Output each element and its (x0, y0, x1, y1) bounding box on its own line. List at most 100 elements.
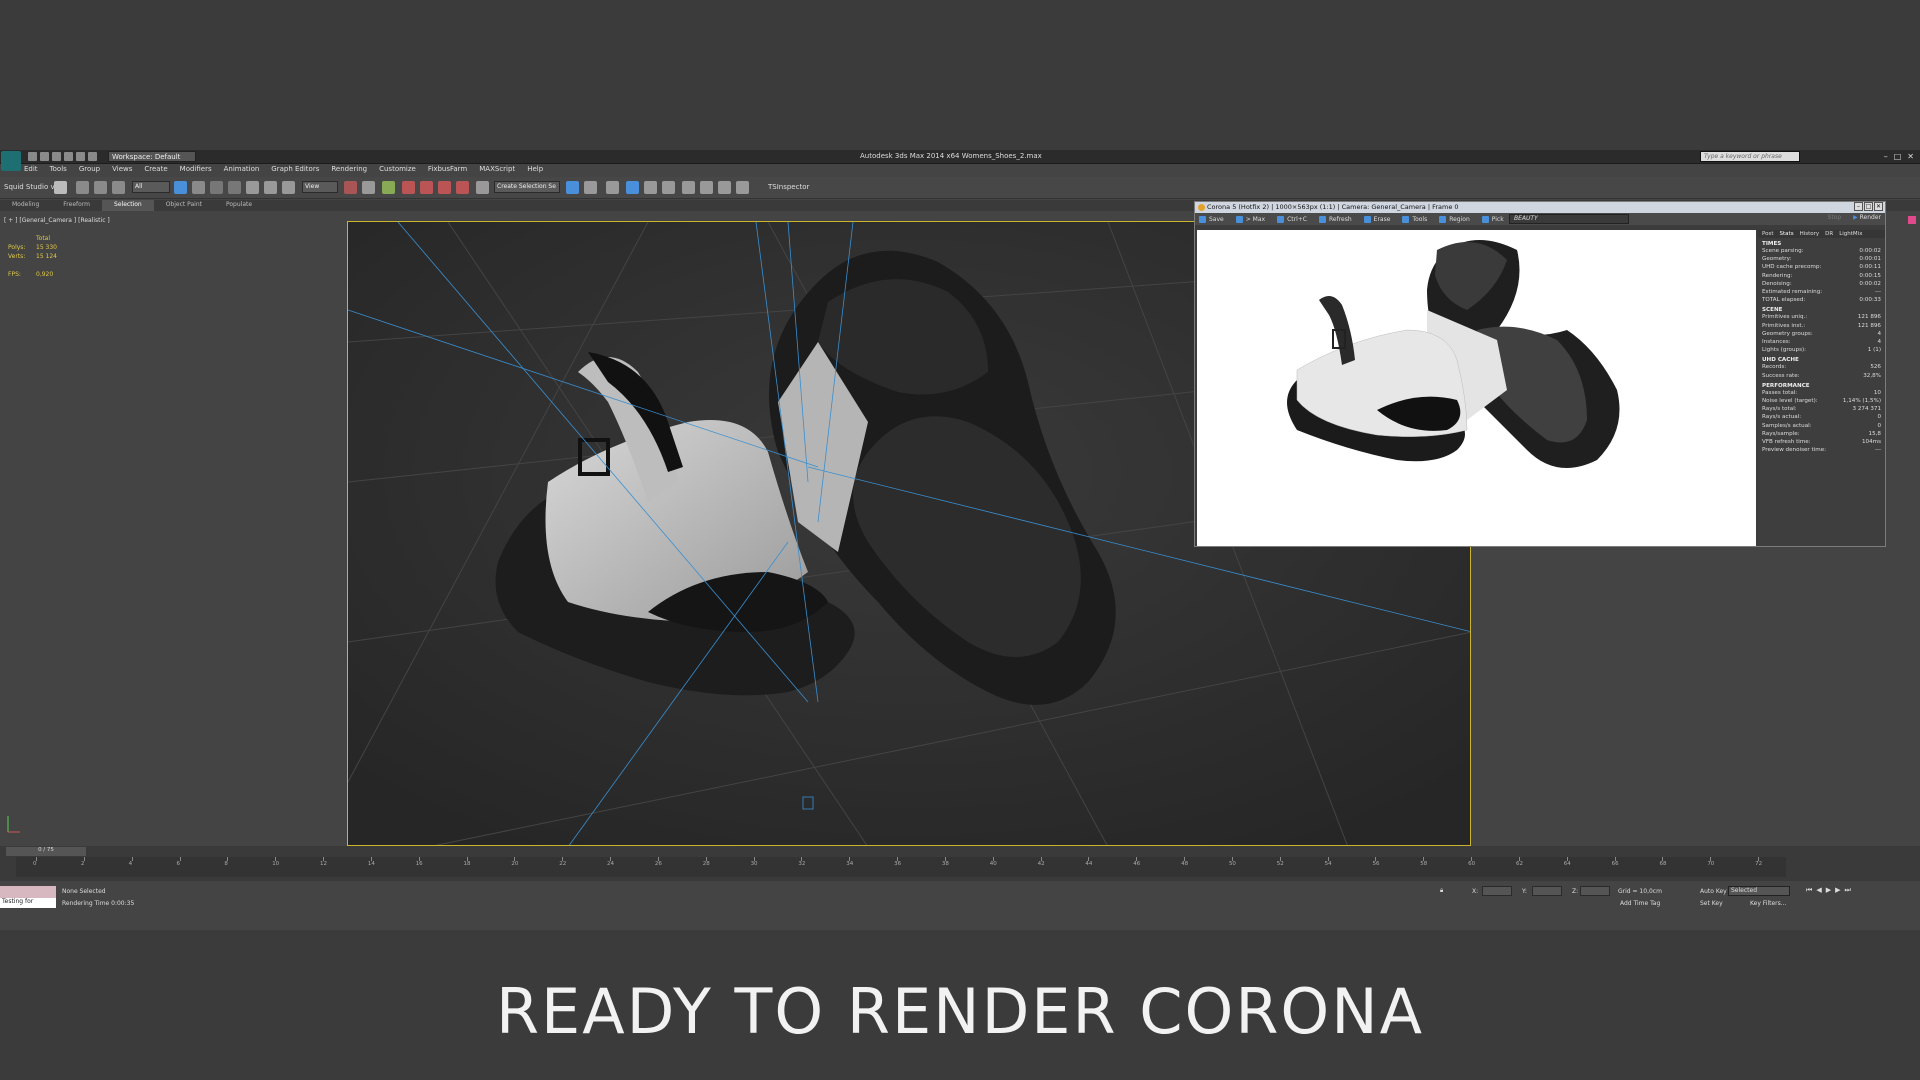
new-file-icon[interactable] (28, 152, 37, 161)
graphite-modeling-icon[interactable] (626, 181, 639, 194)
render-setup-icon[interactable] (700, 181, 713, 194)
menu-fixbusfarm[interactable]: FixbusFarm (428, 165, 467, 177)
track-bar[interactable]: 0 2 4 6 8 10 12 14 16 18 20 22 24 26 28 30 32 34 36 38 40 42 4… (16, 857, 1786, 877)
render-production-icon[interactable] (736, 181, 749, 194)
layer-manager-icon[interactable] (606, 181, 619, 194)
tab-selection[interactable]: Selection (102, 200, 154, 211)
tab-dr[interactable]: DR (1825, 231, 1833, 237)
corona-minimize-icon[interactable]: – (1854, 202, 1863, 211)
unlink-icon[interactable] (94, 181, 107, 194)
refresh-button[interactable]: Refresh (1318, 215, 1352, 223)
go-to-start-icon[interactable]: ⏮ (1806, 886, 1812, 895)
save-button[interactable]: Save (1199, 215, 1224, 223)
open-file-icon[interactable] (40, 152, 49, 161)
play-animation-icon[interactable]: ▶ (1826, 886, 1831, 895)
add-time-tag[interactable]: Add Time Tag (1620, 900, 1660, 907)
command-panel[interactable] (1885, 212, 1920, 846)
angle-snap-icon[interactable] (420, 181, 433, 194)
menu-help[interactable]: Help (527, 165, 543, 177)
y-coord-field[interactable] (1532, 886, 1562, 896)
scale-icon[interactable] (282, 181, 295, 194)
save-file-icon[interactable] (52, 152, 61, 161)
corona-vfb-window[interactable]: Corona 5 (Hotfix 2) | 1000×563px (1:1) |… (1194, 201, 1886, 547)
previous-frame-icon[interactable]: ◀ (1816, 886, 1821, 895)
rectangular-selection-icon[interactable] (210, 181, 223, 194)
redo-icon[interactable] (76, 152, 85, 161)
x-coord-field[interactable] (1482, 886, 1512, 896)
workspace-dropdown[interactable]: Workspace: Default (108, 151, 196, 162)
viewport-label[interactable]: [ + ] [General_Camera ] [Realistic ] (4, 217, 110, 224)
tab-object-paint[interactable]: Object Paint (154, 200, 214, 211)
stop-button[interactable]: Stop (1828, 214, 1842, 221)
project-folder-icon[interactable] (88, 152, 97, 161)
mirror-icon[interactable] (566, 181, 579, 194)
window-crossing-icon[interactable] (228, 181, 241, 194)
menu-edit[interactable]: Edit (24, 165, 38, 177)
keyboard-shortcut-override-icon[interactable] (382, 181, 395, 194)
menu-modifiers[interactable]: Modifiers (180, 165, 212, 177)
tools-button[interactable]: Tools (1402, 215, 1427, 223)
timeline[interactable]: 0 / 75 0 2 4 6 8 10 12 14 16 18 20 22 24 26 28 30 32 34 36… (0, 846, 1920, 881)
select-manipulate-icon[interactable] (362, 181, 375, 194)
edit-named-selection-icon[interactable] (476, 181, 489, 194)
selection-filter-dropdown[interactable]: All (132, 181, 170, 193)
tab-modeling[interactable]: Modeling (0, 200, 51, 211)
squid-studio-label[interactable]: Squid Studio v (4, 183, 55, 191)
go-to-end-icon[interactable]: ⏭ (1844, 886, 1850, 895)
object-color-icon[interactable] (1908, 216, 1916, 224)
tab-populate[interactable]: Populate (214, 200, 264, 211)
pick-button[interactable]: Pick (1481, 215, 1504, 223)
time-slider[interactable]: 0 / 75 (6, 847, 86, 856)
rendered-frame-window-icon[interactable] (718, 181, 731, 194)
material-editor-icon[interactable] (682, 181, 695, 194)
menu-animation[interactable]: Animation (224, 165, 260, 177)
link-icon[interactable] (76, 181, 89, 194)
menu-tools[interactable]: Tools (50, 165, 67, 177)
minimize-icon[interactable]: – (1884, 152, 1888, 161)
maximize-icon[interactable]: □ (1894, 152, 1902, 161)
pivot-center-icon[interactable] (344, 181, 357, 194)
select-by-name-icon[interactable] (192, 181, 205, 194)
search-input[interactable]: Type a keyword or phrase (1700, 151, 1800, 162)
tab-history[interactable]: History (1800, 231, 1820, 237)
percent-snap-icon[interactable] (438, 181, 451, 194)
maxscript-input[interactable]: Testing for (0, 898, 56, 908)
menu-create[interactable]: Create (144, 165, 167, 177)
set-key-button[interactable]: Set Key (1700, 900, 1723, 907)
bind-space-warp-icon[interactable] (112, 181, 125, 194)
snaps-toggle-icon[interactable] (402, 181, 415, 194)
select-object-icon[interactable] (174, 181, 187, 194)
menu-views[interactable]: Views (112, 165, 132, 177)
close-icon[interactable]: ✕ (1907, 152, 1914, 161)
tab-post[interactable]: Post (1762, 231, 1774, 237)
curve-editor-icon[interactable] (644, 181, 657, 194)
erase-button[interactable]: Erase (1363, 215, 1390, 223)
tsinspector-button[interactable]: TSInspector (768, 183, 809, 191)
align-icon[interactable] (584, 181, 597, 194)
render-preview-image[interactable] (1197, 230, 1756, 546)
region-button[interactable]: Region (1439, 215, 1470, 223)
menu-rendering[interactable]: Rendering (331, 165, 367, 177)
named-selection-dropdown[interactable]: Create Selection Se (494, 181, 560, 193)
z-coord-field[interactable] (1580, 886, 1610, 896)
maxscript-listener[interactable] (0, 886, 56, 898)
tab-freeform[interactable]: Freeform (51, 200, 102, 211)
render-button[interactable]: Render (1860, 214, 1881, 221)
menu-customize[interactable]: Customize (379, 165, 416, 177)
tab-stats[interactable]: Stats (1780, 231, 1794, 237)
copy-button[interactable]: Ctrl+C (1277, 215, 1307, 223)
to-max-button[interactable]: > Max (1235, 215, 1265, 223)
reference-coordinate-dropdown[interactable]: View (302, 181, 338, 193)
key-filters-button[interactable]: Key Filters... (1750, 900, 1787, 907)
menu-maxscript[interactable]: MAXScript (479, 165, 515, 177)
schematic-view-icon[interactable] (662, 181, 675, 194)
next-frame-icon[interactable]: ▶ (1835, 886, 1840, 895)
render-element-dropdown[interactable]: BEAUTY (1509, 214, 1629, 224)
corona-close-icon[interactable]: ✕ (1874, 202, 1883, 211)
move-icon[interactable] (246, 181, 259, 194)
key-mode-dropdown[interactable]: Selected (1728, 886, 1790, 896)
app-logo-icon[interactable] (1, 151, 21, 171)
tab-lightmix[interactable]: LightMix (1839, 231, 1862, 237)
auto-key-button[interactable]: Auto Key (1700, 888, 1727, 895)
corona-maximize-icon[interactable]: □ (1864, 202, 1873, 211)
